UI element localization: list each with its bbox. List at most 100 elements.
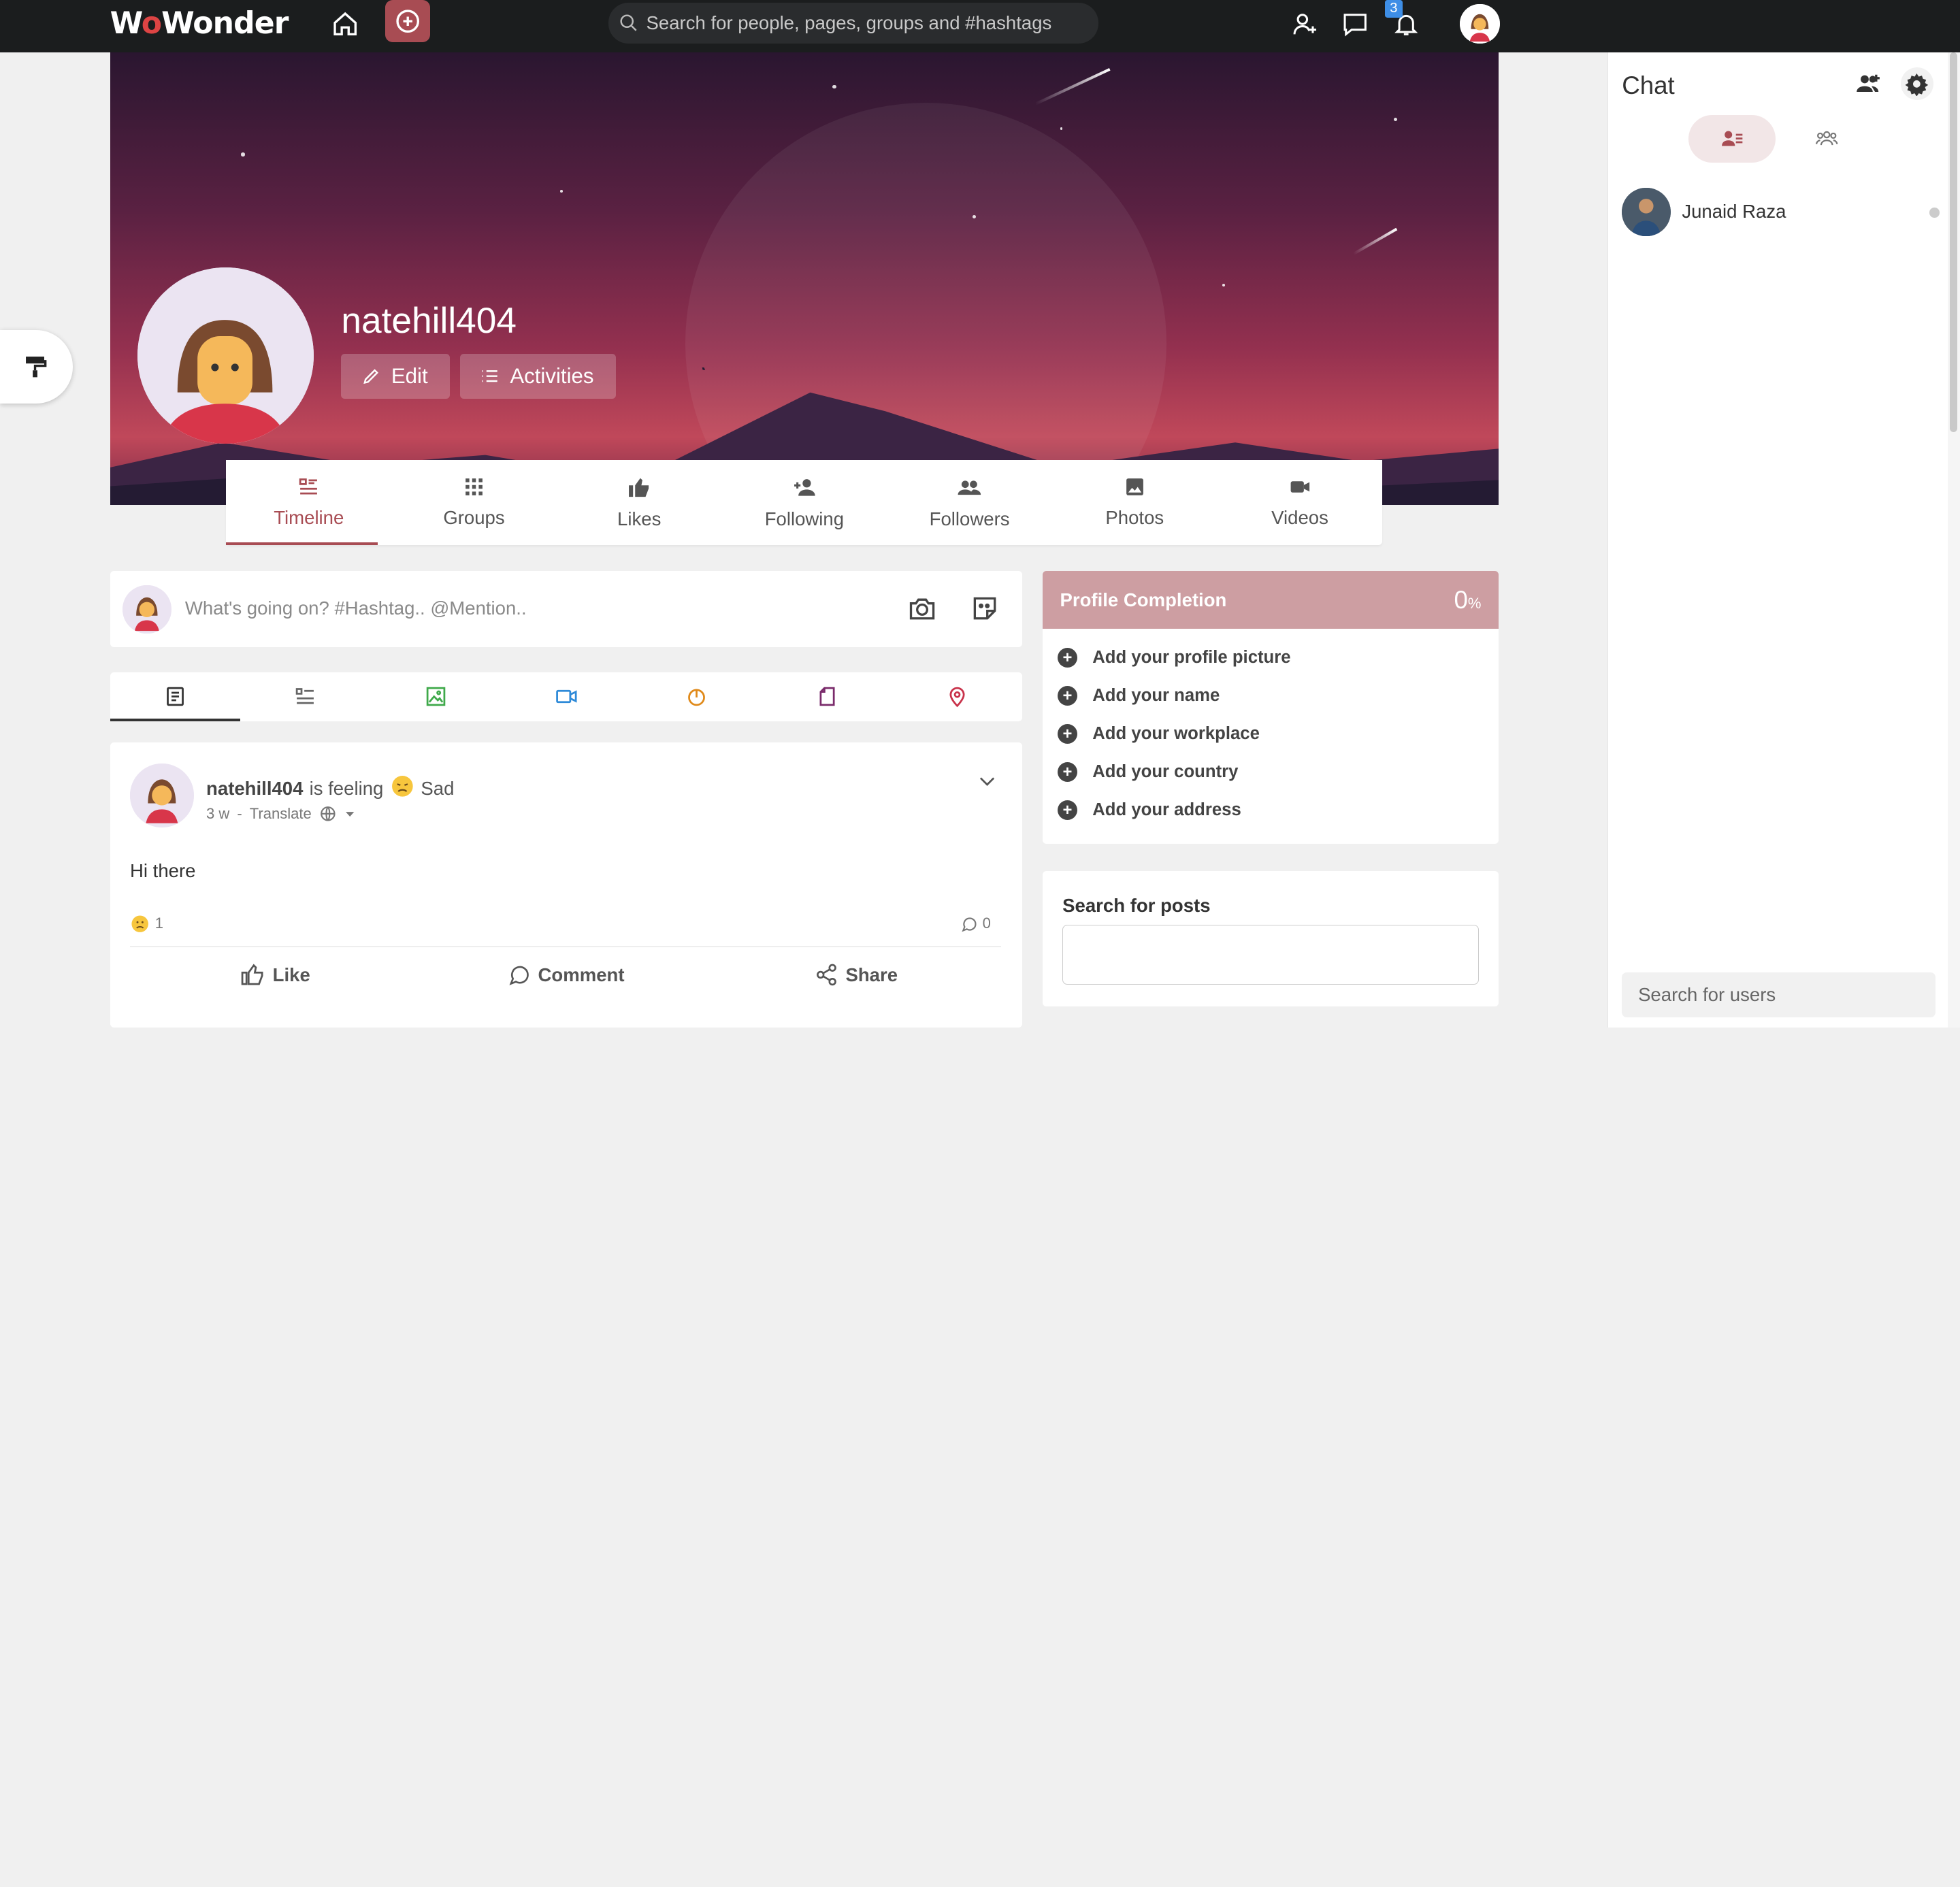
item-label: Add your name [1092, 686, 1220, 706]
chat-tab-groups[interactable] [1783, 115, 1871, 163]
cover-photo[interactable] [110, 52, 1499, 506]
publisher-input[interactable]: What's going on? #Hashtag.. @Mention.. [185, 597, 527, 619]
photo-icon [1126, 478, 1143, 496]
reaction-summary[interactable]: 1 [130, 914, 163, 934]
chat-search-input[interactable]: Search for users [1622, 972, 1936, 1018]
chat-tab-users[interactable] [1688, 114, 1776, 163]
post-options-chevron-icon[interactable] [976, 770, 998, 798]
message-icon[interactable] [1337, 6, 1372, 41]
notification-badge: 3 [1385, 0, 1403, 18]
chat-user-item[interactable]: Junaid Raza [1622, 187, 1940, 237]
comment-count: 0 [982, 915, 991, 932]
reaction-count: 1 [154, 915, 163, 932]
search-posts-title: Search for posts [1062, 895, 1211, 917]
filter-photos[interactable] [371, 672, 502, 721]
users-icon [958, 480, 981, 495]
theme-toggle[interactable] [0, 329, 73, 404]
top-navbar: WoWonder 3 [0, 0, 1960, 53]
tab-photos[interactable]: Photos [1052, 460, 1218, 545]
post-author[interactable]: natehill404 [206, 778, 303, 800]
activities-button[interactable]: Activities [459, 353, 617, 399]
wowonder-logo[interactable]: WoWonder [110, 6, 289, 41]
add-country-item[interactable]: + Add your country [1057, 753, 1484, 791]
gear-icon[interactable] [1900, 67, 1933, 100]
plus-circle-icon: + [1057, 800, 1078, 821]
filter-audio[interactable] [632, 672, 762, 721]
plus-circle-icon: + [1057, 647, 1078, 668]
translate-link[interactable]: Translate [250, 805, 312, 823]
user-plus-icon [794, 478, 815, 496]
home-icon[interactable] [327, 6, 362, 41]
edit-profile-button[interactable]: Edit [341, 353, 451, 399]
star [241, 152, 245, 157]
tab-label: Timeline [274, 507, 344, 529]
filter-location[interactable] [892, 672, 1023, 721]
item-label: Add your workplace [1092, 724, 1260, 744]
create-button[interactable] [385, 0, 430, 43]
share-button[interactable]: Share [710, 962, 1001, 987]
post-body: Hi there [130, 859, 196, 881]
star [1222, 283, 1225, 286]
add-user-icon[interactable] [1288, 6, 1322, 41]
tab-groups[interactable]: Groups [391, 460, 557, 545]
tab-videos[interactable]: Videos [1218, 460, 1383, 545]
percent-value: 0 [1454, 585, 1468, 614]
post-header: natehill404 is feeling Sad [206, 774, 454, 804]
divider [130, 946, 1002, 948]
add-profile-picture-item[interactable]: + Add your profile picture [1057, 639, 1484, 677]
comment-icon [509, 966, 529, 986]
filter-all[interactable] [110, 672, 241, 721]
profile-avatar[interactable] [137, 267, 314, 444]
meteor [1034, 67, 1111, 105]
global-search-input[interactable] [646, 12, 1084, 34]
page-scrollbar[interactable] [1947, 52, 1960, 1028]
like-label: Like [272, 964, 310, 985]
list-icon [482, 370, 497, 382]
meteor [1353, 227, 1398, 255]
filter-videos[interactable] [501, 672, 632, 721]
all-posts-icon [167, 687, 184, 706]
sticker-icon[interactable] [970, 593, 1000, 629]
create-group-icon[interactable] [1853, 70, 1883, 103]
post-author-avatar[interactable] [130, 764, 194, 827]
camera-icon[interactable] [907, 593, 937, 629]
search-posts-card: Search for posts [1042, 871, 1499, 1006]
add-name-item[interactable]: + Add your name [1057, 677, 1484, 715]
comment-summary[interactable]: 0 [960, 915, 991, 932]
global-search[interactable] [608, 2, 1099, 44]
filter-text[interactable] [240, 672, 371, 721]
user-avatar[interactable] [1460, 3, 1501, 44]
share-icon [816, 964, 836, 986]
feeling-value: Sad [421, 777, 455, 799]
location-icon [949, 687, 965, 708]
star [832, 84, 836, 89]
comment-button[interactable]: Comment [421, 962, 711, 987]
paint-roller-icon [26, 356, 47, 378]
tab-likes[interactable]: Likes [557, 460, 722, 545]
add-address-item[interactable]: + Add your address [1057, 791, 1484, 830]
caret-down-icon[interactable] [344, 808, 356, 820]
tab-timeline[interactable]: Timeline [226, 460, 391, 545]
post-time[interactable]: 3 w [206, 805, 229, 823]
plus-circle-icon: + [1057, 761, 1078, 783]
pencil-icon [363, 369, 378, 384]
profile-completion-title: Profile Completion [1060, 589, 1227, 610]
search-posts-input[interactable] [1062, 925, 1479, 985]
thumbs-up-icon [628, 478, 649, 497]
post-publisher[interactable]: What's going on? #Hashtag.. @Mention.. [110, 571, 1023, 648]
tab-followers[interactable]: Followers [887, 460, 1052, 545]
add-workplace-item[interactable]: + Add your workplace [1057, 715, 1484, 753]
globe-icon[interactable] [319, 805, 337, 823]
profile-completion-list: + Add your profile picture + Add your name… [1043, 629, 1499, 839]
sad-emoji-icon [390, 774, 415, 804]
comment-label: Comment [538, 964, 625, 985]
like-button[interactable]: Like [130, 962, 421, 987]
tab-following[interactable]: Following [722, 460, 887, 545]
groups-icon [1816, 131, 1838, 146]
scrollbar-thumb[interactable] [1950, 52, 1958, 433]
item-label: Add your address [1092, 800, 1241, 820]
audio-icon [688, 689, 705, 706]
filter-files[interactable] [762, 672, 892, 721]
post-card: natehill404 is feeling Sad 3 w - Transla… [110, 742, 1023, 1028]
tab-label: Likes [617, 508, 662, 530]
